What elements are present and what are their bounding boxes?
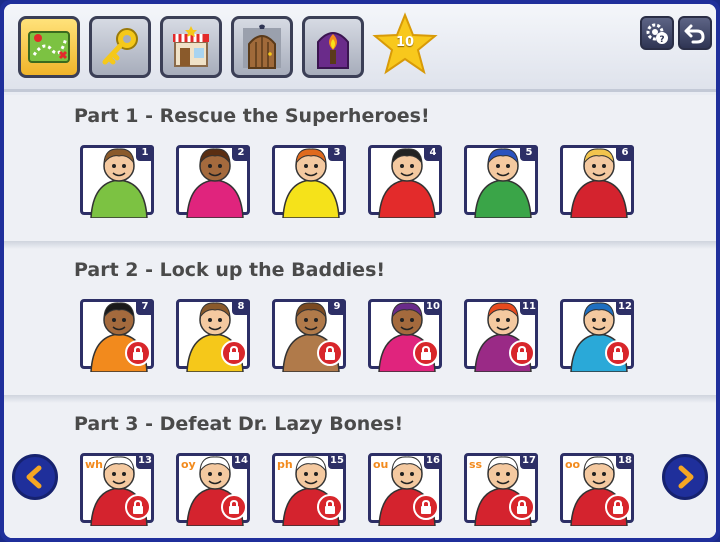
- level-card-11[interactable]: 11: [464, 299, 538, 372]
- shop-button[interactable]: [160, 16, 222, 78]
- level-number: 6: [616, 145, 634, 161]
- level-card-8[interactable]: 8: [176, 299, 250, 372]
- lock-icon: [125, 494, 151, 520]
- svg-text:?: ?: [659, 35, 664, 45]
- level-card-10[interactable]: 10: [368, 299, 442, 372]
- star-count: 10: [395, 35, 415, 50]
- prev-page-button[interactable]: [12, 454, 58, 500]
- lock-icon: [605, 494, 631, 520]
- level-number: 1: [136, 145, 154, 161]
- level-card-18[interactable]: 18 oo: [560, 453, 634, 526]
- door-button[interactable]: [231, 16, 293, 78]
- phonics-sound: ph: [277, 458, 293, 471]
- lock-icon: [221, 494, 247, 520]
- level-number: 4: [424, 145, 442, 161]
- level-number: 13: [136, 453, 154, 469]
- section-title: Part 2 - Lock up the Baddies!: [74, 259, 386, 281]
- back-button[interactable]: [678, 16, 712, 50]
- chevron-left-icon: [26, 465, 42, 489]
- section-title: Part 3 - Defeat Dr. Lazy Bones!: [74, 413, 404, 435]
- lock-icon: [509, 340, 535, 366]
- level-card-5[interactable]: 5: [464, 145, 538, 218]
- level-number: 3: [328, 145, 346, 161]
- main-panel: 10 ? Part 1 - Rescue the Superheroes! 1 …: [4, 4, 716, 538]
- section-part-3: Part 3 - Defeat Dr. Lazy Bones! 13 wh 14 o…: [4, 403, 716, 538]
- level-number: 18: [616, 453, 634, 469]
- section-part-2: Part 2 - Lock up the Baddies! 7 8 9 10 1…: [4, 249, 716, 399]
- level-number: 2: [232, 145, 250, 161]
- app-frame: 10 ? Part 1 - Rescue the Superheroes! 1 …: [0, 0, 720, 542]
- lock-icon: [413, 494, 439, 520]
- level-card-6[interactable]: 6: [560, 145, 634, 218]
- section-part-1: Part 1 - Rescue the Superheroes! 1 2 3 4…: [4, 95, 716, 245]
- phonics-sound: ou: [373, 458, 389, 471]
- level-card-15[interactable]: 15 ph: [272, 453, 346, 526]
- lock-icon: [221, 340, 247, 366]
- level-card-2[interactable]: 2: [176, 145, 250, 218]
- torch-button[interactable]: [302, 16, 364, 78]
- level-number: 11: [520, 299, 538, 315]
- level-card-3[interactable]: 3: [272, 145, 346, 218]
- level-number: 9: [328, 299, 346, 315]
- phonics-sound: oy: [181, 458, 196, 471]
- chevron-right-icon: [678, 465, 694, 489]
- section-title: Part 1 - Rescue the Superheroes!: [74, 105, 430, 127]
- level-number: 7: [136, 299, 154, 315]
- map-button[interactable]: [18, 16, 80, 78]
- lock-icon: [317, 494, 343, 520]
- level-card-9[interactable]: 9: [272, 299, 346, 372]
- lock-icon: [317, 340, 343, 366]
- gear-help-icon: ?: [646, 23, 668, 45]
- star-score: 10: [372, 12, 438, 78]
- key-icon: [102, 28, 138, 65]
- divider: [4, 241, 716, 249]
- level-card-16[interactable]: 16 ou: [368, 453, 442, 526]
- top-toolbar: 10 ?: [4, 4, 716, 92]
- level-card-13[interactable]: 13 wh: [80, 453, 154, 526]
- shop-icon: [173, 26, 209, 67]
- level-card-4[interactable]: 4: [368, 145, 442, 218]
- next-page-button[interactable]: [662, 454, 708, 500]
- divider: [4, 395, 716, 403]
- lock-icon: [125, 340, 151, 366]
- settings-button[interactable]: ?: [640, 16, 674, 50]
- back-arrow-icon: [684, 24, 705, 44]
- lock-icon: [413, 340, 439, 366]
- level-number: 15: [328, 453, 346, 469]
- level-number: 12: [616, 299, 634, 315]
- level-number: 5: [520, 145, 538, 161]
- key-button[interactable]: [89, 16, 151, 78]
- door-icon: [243, 24, 281, 69]
- level-number: 8: [232, 299, 250, 315]
- phonics-sound: ss: [469, 458, 483, 471]
- level-card-1[interactable]: 1: [80, 145, 154, 218]
- lock-icon: [605, 340, 631, 366]
- map-icon: [28, 31, 70, 63]
- phonics-sound: wh: [85, 458, 103, 471]
- level-number: 16: [424, 453, 442, 469]
- level-number: 14: [232, 453, 250, 469]
- level-card-17[interactable]: 17 ss: [464, 453, 538, 526]
- level-number: 10: [424, 299, 442, 315]
- phonics-sound: oo: [565, 458, 581, 471]
- level-card-7[interactable]: 7: [80, 299, 154, 372]
- lock-icon: [509, 494, 535, 520]
- level-number: 17: [520, 453, 538, 469]
- level-card-12[interactable]: 12: [560, 299, 634, 372]
- level-card-14[interactable]: 14 oy: [176, 453, 250, 526]
- torch-icon: [317, 32, 349, 69]
